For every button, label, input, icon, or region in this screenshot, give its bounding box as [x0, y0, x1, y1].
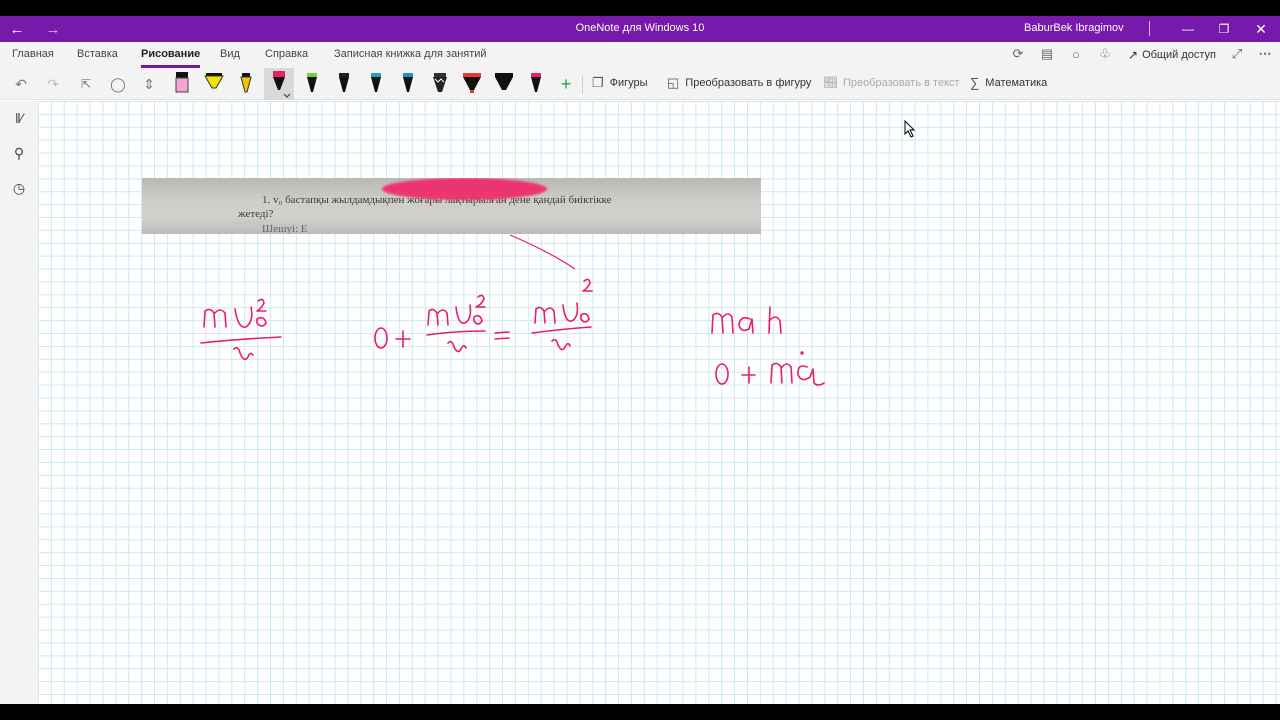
ink-to-shape-label: Преобразовать в фигуру [685, 77, 812, 89]
pen-blue[interactable] [394, 70, 422, 98]
math-icon: ∑ [970, 75, 980, 90]
handwritten-ink-layer [200, 234, 825, 386]
recent-clock-icon[interactable]: ◷ [8, 177, 30, 199]
shapes-label: Фигуры [609, 77, 648, 89]
tab-view[interactable]: Вид [220, 48, 240, 60]
shapes-icon: ❐ [592, 75, 604, 90]
ink-to-text-button[interactable]: 𝔆 Преобразовать в текст [824, 75, 960, 90]
mouse-cursor-icon [904, 120, 916, 138]
math-label: Математика [985, 76, 1048, 89]
bell-icon[interactable]: ♧ [1095, 44, 1115, 64]
search-icon[interactable]: ⚲ [8, 142, 30, 164]
marker-black[interactable] [490, 70, 518, 98]
ink-to-shape-icon: ◱ [667, 75, 680, 90]
title-bar: ← → OneNote для Windows 10 BaburBek Ibra… [0, 16, 1280, 42]
add-pen-icon[interactable]: + [556, 70, 576, 98]
user-name[interactable]: BaburBek Ibragimov [1024, 22, 1124, 34]
tab-class-notebook[interactable]: Записная книжка для занятий [334, 48, 487, 60]
title-separator [1149, 21, 1150, 36]
close-icon[interactable]: ✕ [1243, 16, 1279, 42]
more-icon[interactable]: ⋯ [1255, 44, 1275, 64]
lasso-select-icon[interactable]: ⇱ [74, 70, 98, 98]
shapes-button[interactable]: ❐ Фигуры [592, 75, 648, 91]
restore-icon[interactable]: ❐ [1206, 16, 1242, 42]
side-navigation: ‖⁄ ⚲ ◷ [0, 101, 38, 704]
pen-black[interactable] [330, 70, 358, 98]
pen-galaxy[interactable] [426, 70, 454, 98]
toolbar-separator [582, 76, 583, 94]
share-icon: ↗ [1128, 48, 1139, 62]
ink-fraction-kinetic-energy [200, 298, 282, 361]
share-button[interactable]: ↗ Общий доступ [1128, 48, 1216, 62]
ink-to-text-label: Преобразовать в текст [843, 76, 960, 89]
redo-icon[interactable]: ↷ [42, 70, 64, 98]
ink-connector-stroke [509, 234, 576, 270]
math-button[interactable]: ∑ Математика [970, 75, 1047, 90]
add-space-icon[interactable]: ⇕ [138, 70, 160, 98]
pen-magenta[interactable] [522, 70, 550, 98]
ink-potential-energy [711, 306, 782, 334]
tab-draw[interactable]: Рисование [141, 48, 201, 68]
expand-icon[interactable]: ⤢ [1227, 44, 1247, 64]
tab-help[interactable]: Справка [265, 48, 308, 60]
note-canvas[interactable]: 1. v₀ бастапқы жылдамдықпен жоғары лақты… [38, 101, 1280, 704]
sync-icon[interactable]: ⟳ [1008, 44, 1028, 64]
tab-insert[interactable]: Вставка [77, 48, 118, 60]
ink-energy-equation [374, 278, 593, 353]
tab-home[interactable]: Главная [12, 48, 54, 60]
undo-icon[interactable]: ↶ [10, 70, 32, 98]
draw-toolbar: ↶ ↷ ⇱ ◯ ⇕ + ❐ Фигуры ◱ Преобразовать в ф… [0, 68, 1280, 100]
onenote-window: ← → OneNote для Windows 10 BaburBek Ibra… [0, 16, 1280, 704]
eraser-icon[interactable]: ◯ [106, 70, 130, 98]
pen-teal[interactable] [362, 70, 390, 98]
notebooks-icon[interactable]: ▤ [1037, 44, 1057, 64]
ink-to-text-icon: 𝔆 [824, 75, 837, 90]
ink-energy-equation-2 [715, 351, 825, 386]
minimize-icon[interactable]: — [1170, 16, 1206, 42]
highlighter-yellow[interactable] [200, 70, 228, 98]
ink-to-shape-button[interactable]: ◱ Преобразовать в фигуру [667, 75, 811, 91]
highlighter-pink[interactable] [168, 70, 196, 98]
ribbon-tabs: Главная Вставка Рисование Вид Справка За… [0, 42, 1280, 68]
pen-pink-selected[interactable] [264, 68, 294, 100]
share-label: Общий доступ [1142, 49, 1216, 61]
pencil-yellow[interactable] [232, 70, 260, 98]
notebooks-list-icon[interactable]: ‖⁄ [8, 107, 30, 129]
lightbulb-icon[interactable]: ○ [1066, 44, 1086, 64]
marker-red[interactable] [458, 70, 486, 98]
pen-green[interactable] [298, 70, 326, 98]
